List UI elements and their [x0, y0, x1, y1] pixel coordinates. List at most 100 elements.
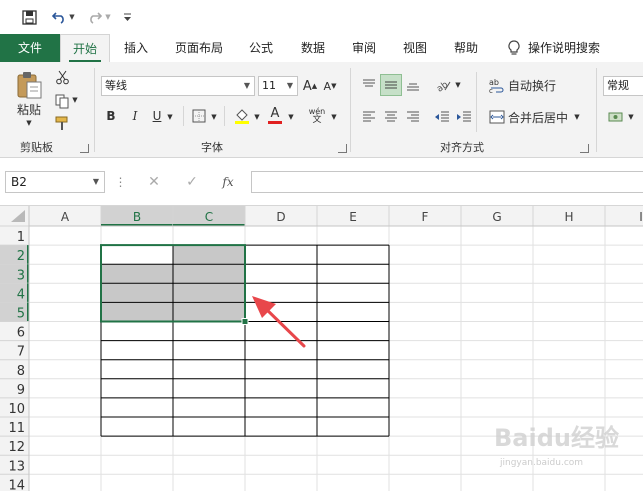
row-header-7[interactable]: 7 — [17, 345, 25, 360]
tell-me-search[interactable]: 操作说明搜索 — [528, 34, 612, 62]
merge-dropdown-icon[interactable]: ▼ — [573, 112, 581, 122]
enter-icon[interactable]: ✓ — [180, 173, 204, 191]
row-header-4[interactable]: 4 — [17, 287, 25, 302]
font-color-dropdown-icon[interactable]: ▼ — [287, 112, 295, 122]
spreadsheet-grid[interactable]: A B C D E F G H I 1 2 3 4 5 6 7 8 9 10 11 12 13 14 Baidu经验 jingy… — [0, 206, 643, 494]
italic-button[interactable]: I — [128, 107, 142, 125]
redo-dropdown-icon[interactable]: ▼ — [104, 8, 112, 26]
tab-data[interactable]: 数据 — [292, 34, 334, 62]
column-header-h[interactable]: H — [564, 210, 573, 224]
tab-help[interactable]: 帮助 — [445, 34, 487, 62]
filled-cell[interactable] — [101, 264, 173, 284]
bold-button[interactable]: B — [104, 107, 118, 125]
align-middle-icon[interactable] — [380, 74, 402, 96]
customize-icon[interactable] — [122, 8, 132, 26]
row-header-6[interactable]: 6 — [17, 326, 25, 341]
tab-insert[interactable]: 插入 — [115, 34, 157, 62]
cut-icon[interactable] — [53, 68, 71, 86]
grow-font-icon[interactable]: A ▲ — [302, 76, 318, 96]
font-launcher-icon[interactable] — [338, 144, 347, 153]
tab-home[interactable]: 开始 — [60, 34, 110, 62]
filled-cell[interactable] — [173, 302, 245, 322]
column-header-f[interactable]: F — [422, 210, 429, 224]
column-header-i[interactable]: I — [639, 210, 643, 224]
row-header-3[interactable]: 3 — [17, 268, 25, 283]
grid-canvas[interactable]: A B C D E F G H I1234567891011121314Baidu经验jingy… — [0, 206, 643, 494]
accounting-dropdown-icon[interactable]: ▼ — [627, 112, 635, 122]
insert-function-icon[interactable]: fx — [216, 173, 240, 191]
undo-icon[interactable] — [50, 8, 68, 26]
tab-page-layout[interactable]: 页面布局 — [166, 34, 232, 62]
row-header-2[interactable]: 2 — [17, 249, 25, 264]
filled-cell[interactable] — [173, 283, 245, 303]
row-header-10[interactable]: 10 — [8, 402, 25, 417]
merge-center-button[interactable]: 合并后居中 — [508, 108, 572, 126]
paste-icon[interactable] — [12, 70, 46, 100]
tab-view[interactable]: 视图 — [394, 34, 436, 62]
column-header-g[interactable]: G — [492, 210, 501, 224]
fill-handle[interactable] — [241, 318, 249, 325]
orientation-icon[interactable]: ab — [433, 76, 453, 94]
row-header-8[interactable]: 8 — [17, 364, 25, 379]
fill-color-icon[interactable] — [232, 106, 252, 126]
font-color-icon[interactable]: A — [266, 104, 284, 126]
row-header-12[interactable]: 12 — [8, 440, 25, 455]
redo-icon[interactable] — [85, 8, 103, 26]
cancel-icon[interactable]: ✕ — [142, 173, 166, 191]
row-header-11[interactable]: 11 — [8, 421, 25, 436]
column-header-d[interactable]: D — [276, 210, 285, 224]
column-header-e[interactable]: E — [349, 210, 357, 224]
filled-cell[interactable] — [101, 302, 173, 322]
align-center-icon[interactable] — [382, 108, 400, 126]
filled-cell[interactable] — [173, 245, 245, 265]
clipboard-launcher-icon[interactable] — [80, 144, 89, 153]
number-format-combo[interactable]: 常规 — [603, 76, 643, 96]
font-size-combo[interactable]: 11 ▼ — [258, 76, 298, 96]
align-left-icon[interactable] — [360, 108, 378, 126]
filled-cell[interactable] — [101, 283, 173, 303]
tab-formulas[interactable]: 公式 — [240, 34, 282, 62]
column-header-c[interactable]: C — [205, 210, 213, 224]
align-right-icon[interactable] — [404, 108, 422, 126]
shrink-font-icon[interactable]: A ▼ — [322, 76, 338, 96]
formula-input[interactable] — [251, 171, 643, 193]
font-name-combo[interactable]: 等线 ▼ — [101, 76, 255, 96]
underline-button[interactable]: U — [150, 107, 164, 125]
row-header-9[interactable]: 9 — [17, 383, 25, 398]
decrease-indent-icon[interactable] — [433, 108, 451, 126]
fill-color-dropdown-icon[interactable]: ▼ — [253, 112, 261, 122]
increase-indent-icon[interactable] — [455, 108, 473, 126]
wrap-text-icon[interactable]: ab c — [488, 76, 506, 94]
alignment-launcher-icon[interactable] — [580, 144, 589, 153]
copy-icon[interactable] — [53, 92, 71, 110]
save-icon[interactable] — [20, 8, 38, 26]
align-bottom-icon[interactable] — [404, 76, 422, 94]
row-header-5[interactable]: 5 — [17, 307, 25, 322]
borders-icon[interactable] — [190, 107, 208, 125]
underline-dropdown-icon[interactable]: ▼ — [166, 112, 174, 122]
column-header-b[interactable]: B — [133, 210, 141, 224]
filled-cell[interactable] — [173, 264, 245, 284]
merge-center-icon[interactable] — [488, 108, 506, 126]
lightbulb-icon[interactable] — [505, 34, 523, 62]
row-header-14[interactable]: 14 — [8, 478, 25, 493]
row-header-1[interactable]: 1 — [17, 230, 25, 245]
column-header-a[interactable]: A — [61, 210, 70, 224]
copy-dropdown-icon[interactable]: ▼ — [71, 95, 79, 105]
undo-dropdown-icon[interactable]: ▼ — [68, 8, 76, 26]
alignment-group-label: 对齐方式 — [440, 141, 484, 154]
tab-file[interactable]: 文件 — [0, 34, 60, 62]
format-painter-icon[interactable] — [53, 114, 71, 132]
borders-dropdown-icon[interactable]: ▼ — [210, 112, 218, 122]
accounting-format-icon[interactable] — [606, 108, 626, 126]
orientation-dropdown-icon[interactable]: ▼ — [454, 80, 462, 90]
row-header-13[interactable]: 13 — [8, 459, 25, 474]
align-top-icon[interactable] — [360, 76, 378, 94]
phonetic-dropdown-icon[interactable]: ▼ — [330, 112, 338, 122]
wrap-text-button[interactable]: 自动换行 — [508, 76, 564, 94]
paste-dropdown-icon[interactable]: ▼ — [24, 118, 34, 128]
phonetic-icon[interactable]: wén 文 — [304, 106, 330, 126]
paste-label[interactable]: 粘贴 — [12, 102, 46, 117]
name-box[interactable]: B2 ▼ — [5, 171, 105, 193]
tab-review[interactable]: 审阅 — [343, 34, 385, 62]
